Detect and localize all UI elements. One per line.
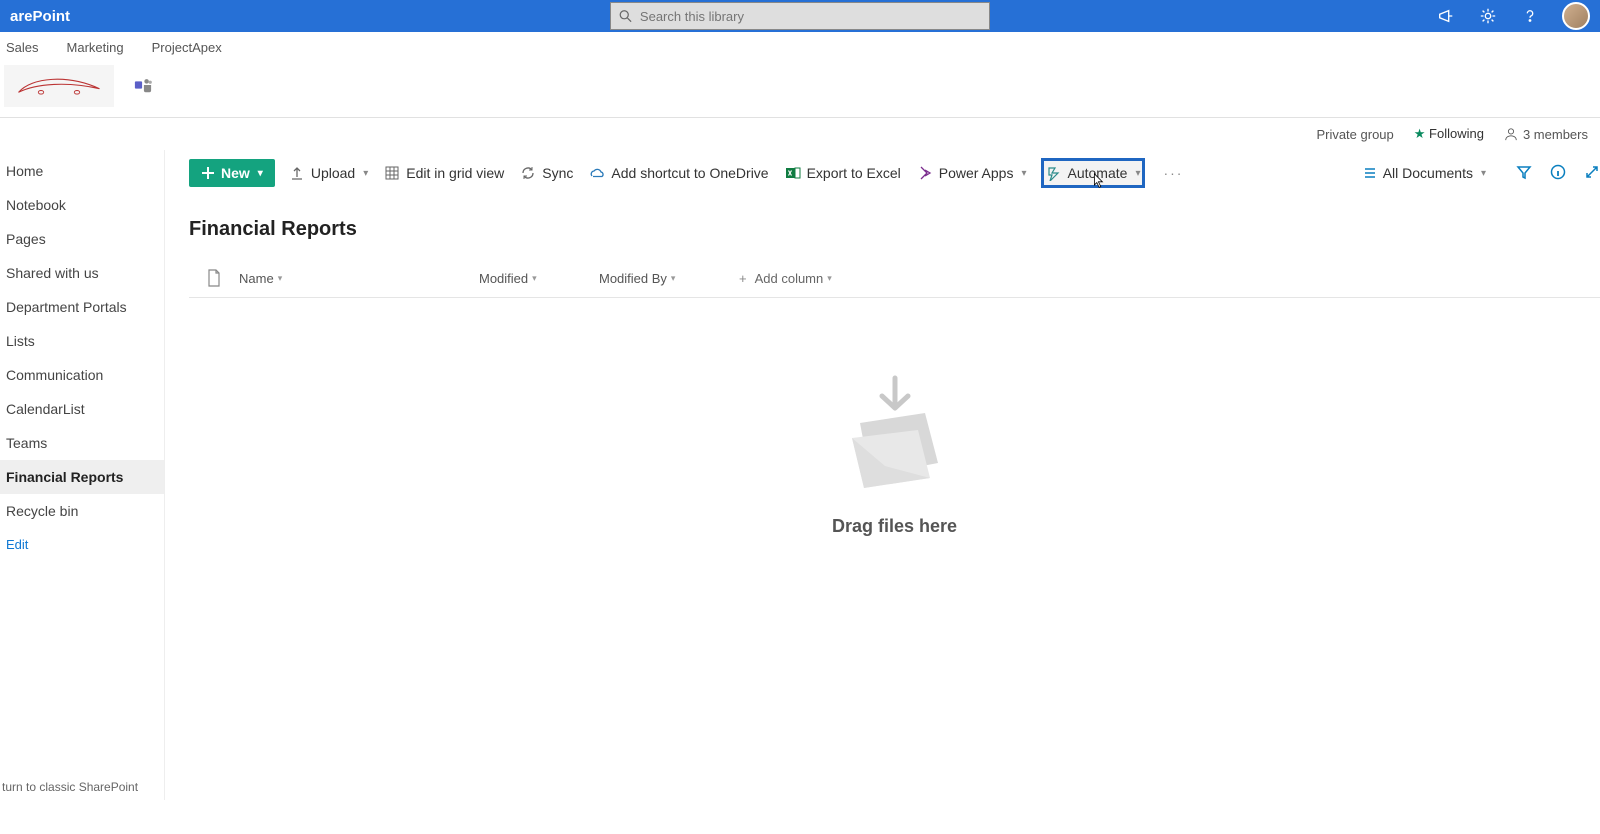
nav-communication[interactable]: Communication bbox=[0, 358, 164, 392]
nav-home[interactable]: Home bbox=[0, 154, 164, 188]
upload-button[interactable]: Upload▾ bbox=[287, 161, 370, 185]
hub-nav: Sales Marketing ProjectApex bbox=[0, 32, 1600, 59]
filter-button[interactable] bbox=[1516, 164, 1532, 183]
members-link[interactable]: 3 members bbox=[1504, 127, 1588, 142]
hub-nav-projectapex[interactable]: ProjectApex bbox=[152, 36, 222, 59]
search-box[interactable] bbox=[610, 2, 990, 30]
chevron-down-icon: ▾ bbox=[258, 168, 263, 179]
chevron-down-icon: ▾ bbox=[1481, 168, 1486, 179]
user-avatar[interactable] bbox=[1562, 2, 1590, 30]
file-type-column-icon[interactable] bbox=[189, 269, 239, 287]
app-title: arePoint bbox=[10, 8, 70, 25]
nav-teams[interactable]: Teams bbox=[0, 426, 164, 460]
chevron-down-icon: ▾ bbox=[1135, 168, 1140, 179]
sync-icon bbox=[520, 165, 536, 181]
star-icon: ★ bbox=[1414, 126, 1426, 141]
classic-sharepoint-link[interactable]: turn to classic SharePoint bbox=[2, 780, 138, 794]
search-icon bbox=[619, 9, 632, 23]
upload-icon bbox=[289, 165, 305, 181]
sync-button[interactable]: Sync bbox=[518, 161, 575, 185]
chevron-down-icon: ▾ bbox=[363, 168, 368, 179]
view-selector[interactable]: All Documents▾ bbox=[1363, 165, 1486, 181]
new-button[interactable]: New ▾ bbox=[189, 159, 275, 187]
plus-icon bbox=[201, 166, 215, 180]
person-icon bbox=[1504, 127, 1518, 141]
expand-button[interactable] bbox=[1584, 164, 1600, 183]
command-bar: New ▾ Upload▾ Edit in grid view Sync Add… bbox=[189, 150, 1600, 196]
library-title: Financial Reports bbox=[189, 218, 1600, 241]
chevron-down-icon: ▾ bbox=[278, 273, 283, 284]
hub-nav-sales[interactable]: Sales bbox=[6, 36, 39, 59]
chevron-down-icon: ▾ bbox=[1021, 168, 1026, 179]
chevron-down-icon: ▾ bbox=[532, 273, 537, 284]
empty-library-state[interactable]: Drag files here bbox=[189, 368, 1600, 537]
nav-pages[interactable]: Pages bbox=[0, 222, 164, 256]
search-input[interactable] bbox=[640, 9, 989, 24]
grid-icon bbox=[384, 165, 400, 181]
more-commands-button[interactable]: ··· bbox=[1157, 165, 1189, 181]
following-toggle[interactable]: ★ Following bbox=[1414, 126, 1484, 142]
view-icon bbox=[1363, 166, 1377, 180]
excel-icon bbox=[785, 165, 801, 181]
nav-notebook[interactable]: Notebook bbox=[0, 188, 164, 222]
chevron-down-icon: ▾ bbox=[671, 273, 676, 284]
nav-edit-link[interactable]: Edit bbox=[0, 528, 164, 561]
nav-financial-reports[interactable]: Financial Reports bbox=[0, 460, 164, 494]
column-name[interactable]: Name▾ bbox=[239, 271, 479, 286]
chevron-down-icon: ▾ bbox=[827, 273, 832, 284]
hub-nav-marketing[interactable]: Marketing bbox=[67, 36, 124, 59]
help-icon[interactable] bbox=[1520, 6, 1540, 26]
column-header-row: Name▾ Modified▾ Modified By▾ +Add column… bbox=[189, 259, 1600, 298]
column-modified[interactable]: Modified▾ bbox=[479, 271, 599, 286]
nav-department-portals[interactable]: Department Portals bbox=[0, 290, 164, 324]
settings-icon[interactable] bbox=[1478, 6, 1498, 26]
add-shortcut-button[interactable]: Add shortcut to OneDrive bbox=[587, 161, 770, 185]
power-apps-button[interactable]: Power Apps▾ bbox=[915, 161, 1029, 185]
cursor-icon bbox=[1092, 173, 1108, 189]
group-privacy-label: Private group bbox=[1316, 127, 1393, 142]
add-column-button[interactable]: +Add column▾ bbox=[739, 271, 832, 286]
nav-lists[interactable]: Lists bbox=[0, 324, 164, 358]
automate-icon bbox=[1046, 165, 1062, 181]
side-nav: Home Notebook Pages Shared with us Depar… bbox=[0, 150, 165, 800]
nav-calendarlist[interactable]: CalendarList bbox=[0, 392, 164, 426]
site-logo[interactable] bbox=[4, 65, 114, 107]
edit-grid-button[interactable]: Edit in grid view bbox=[382, 161, 506, 185]
column-modified-by[interactable]: Modified By▾ bbox=[599, 271, 739, 286]
powerapps-icon bbox=[917, 165, 933, 181]
nav-shared-with-us[interactable]: Shared with us bbox=[0, 256, 164, 290]
empty-state-text: Drag files here bbox=[832, 516, 957, 537]
onedrive-icon bbox=[589, 165, 605, 181]
teams-icon[interactable] bbox=[134, 76, 152, 97]
empty-folder-icon bbox=[830, 368, 960, 498]
megaphone-icon[interactable] bbox=[1436, 6, 1456, 26]
automate-button[interactable]: Automate▾ bbox=[1041, 158, 1146, 188]
export-excel-button[interactable]: Export to Excel bbox=[783, 161, 903, 185]
info-button[interactable] bbox=[1550, 164, 1566, 183]
nav-recycle-bin[interactable]: Recycle bin bbox=[0, 494, 164, 528]
